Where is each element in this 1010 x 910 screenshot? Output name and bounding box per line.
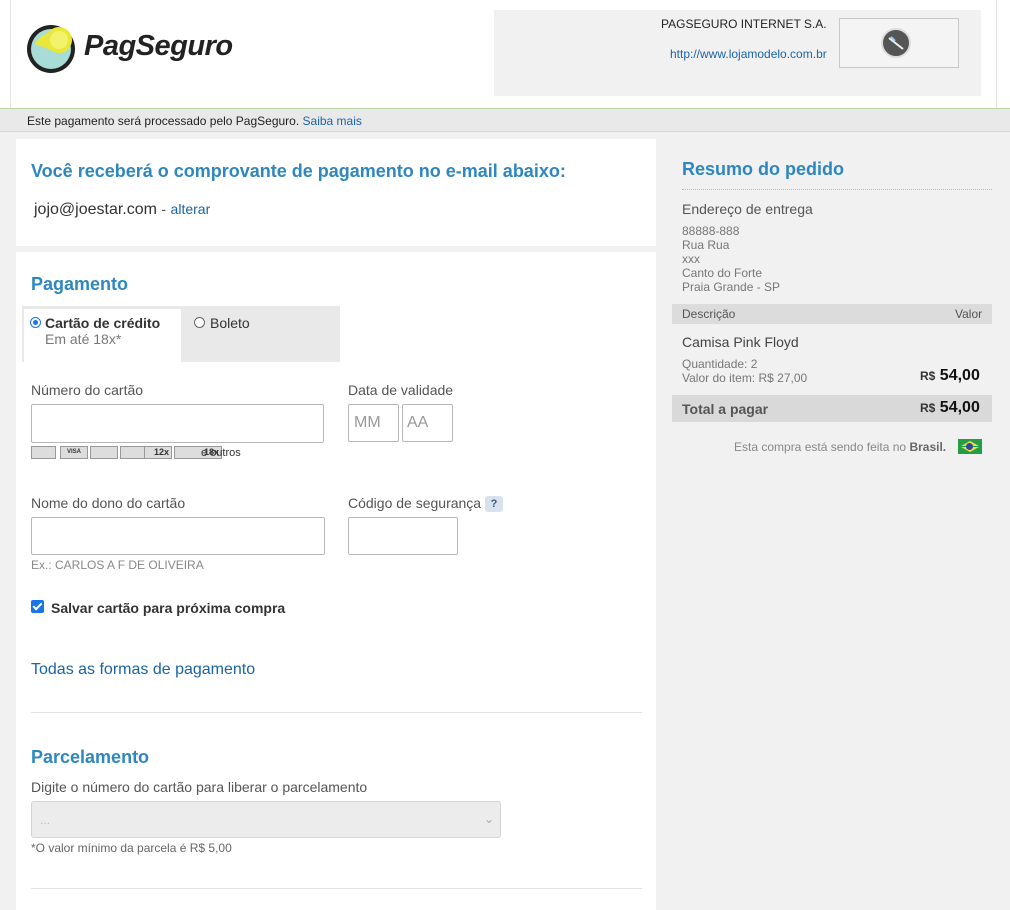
card-number-label: Número do cartão — [31, 382, 144, 398]
pagseguro-logo-icon — [27, 25, 75, 73]
all-payment-methods-link[interactable]: Todas as formas de pagamento — [31, 661, 255, 679]
installments-select[interactable] — [31, 801, 501, 838]
notice-message: Este pagamento será processado pelo PagS… — [27, 114, 300, 128]
store-name: PAGSEGURO INTERNET S.A. — [661, 17, 827, 31]
country-name: Brasil. — [909, 440, 947, 454]
total-amount: R$ 54,00 — [920, 399, 980, 417]
item-quantity: Quantidade: 2 — [682, 357, 758, 371]
holder-name-label: Nome do dono do cartão — [31, 495, 186, 511]
total-amount-value: 54,00 — [939, 399, 980, 416]
tab-credit-card-label[interactable]: Cartão de crédito — [45, 315, 160, 331]
card-number-input[interactable] — [31, 404, 324, 443]
address-line: xxx — [682, 252, 700, 266]
address-line: 88888-888 — [682, 224, 740, 238]
expiry-year-placeholder: AA — [407, 414, 429, 431]
country-note-prefix: Esta compra está sendo feita no — [734, 440, 907, 454]
installments-select-value: ... — [40, 813, 51, 827]
currency-symbol: R$ — [920, 369, 936, 383]
expiry-year-input[interactable]: AA — [402, 404, 453, 442]
currency-symbol: R$ — [920, 401, 936, 415]
store-logo-icon — [881, 28, 911, 58]
credit-card-radio[interactable] — [30, 317, 41, 328]
email-section-title: Você receberá o comprovante de pagamento… — [31, 161, 566, 181]
tab-boleto-label[interactable]: Boleto — [210, 315, 250, 331]
address-line: Praia Grande - SP — [682, 280, 781, 294]
summary-divider — [682, 189, 992, 190]
item-unit-price: Valor do item: R$ 27,00 — [682, 371, 808, 385]
divider — [31, 712, 642, 713]
country-note: Esta compra está sendo feita no Brasil. — [734, 440, 946, 454]
cvv-input[interactable] — [348, 517, 458, 555]
email-line: jojo@joestar.com - alterar — [34, 201, 210, 219]
installments-title: Parcelamento — [31, 747, 150, 767]
card-brands-others: e outros — [201, 447, 241, 459]
holder-name-input[interactable] — [31, 517, 325, 555]
column-description: Descrição — [682, 307, 736, 321]
column-value: Valor — [955, 307, 983, 321]
save-card-checkbox[interactable] — [31, 600, 44, 613]
installments-min-note: *O valor mínimo da parcela é R$ 5,00 — [31, 841, 232, 855]
expiry-month-input[interactable]: MM — [348, 404, 399, 442]
boleto-radio[interactable] — [194, 317, 205, 328]
header-border-right — [996, 0, 997, 108]
installments-help: Digite o número do cartão para liberar o… — [31, 779, 368, 795]
item-total-value: 54,00 — [939, 367, 980, 384]
cvv-help-icon[interactable]: ? — [485, 496, 503, 512]
mastercard-icon — [31, 446, 56, 459]
order-summary-title: Resumo do pedido — [682, 159, 844, 179]
store-url-link[interactable]: http://www.lojamodelo.com.br — [670, 47, 827, 61]
cvv-label: Código de segurança — [348, 495, 482, 511]
brazil-flag-icon — [958, 439, 982, 454]
shipping-address-title: Endereço de entrega — [682, 201, 813, 217]
item-name: Camisa Pink Floyd — [682, 334, 799, 350]
chevron-down-icon: ⌄ — [484, 812, 495, 826]
save-card-label[interactable]: Salvar cartão para próxima compra — [51, 600, 285, 616]
payment-title: Pagamento — [31, 274, 129, 294]
email-value: jojo@joestar.com — [34, 201, 157, 218]
divider — [31, 888, 642, 889]
address-line: Rua Rua — [682, 238, 730, 252]
expiry-month-placeholder: MM — [354, 414, 381, 431]
address-line: Canto do Forte — [682, 266, 763, 280]
holder-name-hint: Ex.: CARLOS A F DE OLIVEIRA — [31, 558, 204, 572]
logo-text: PagSeguro — [84, 30, 233, 62]
learn-more-link[interactable]: Saiba mais — [303, 114, 362, 128]
tab-credit-card-sub: Em até 18x* — [45, 331, 122, 347]
notice-text: Este pagamento será processado pelo PagS… — [27, 114, 362, 128]
header-border-left — [10, 0, 11, 108]
amex-icon — [90, 446, 118, 459]
email-separator: - — [161, 201, 167, 217]
expiry-label: Data de validade — [348, 382, 454, 398]
item-total: R$ 54,00 — [920, 367, 980, 385]
change-email-link[interactable]: alterar — [171, 201, 211, 217]
email-panel — [16, 139, 656, 246]
visa-icon: VISA — [60, 446, 88, 459]
total-label: Total a pagar — [682, 401, 769, 417]
